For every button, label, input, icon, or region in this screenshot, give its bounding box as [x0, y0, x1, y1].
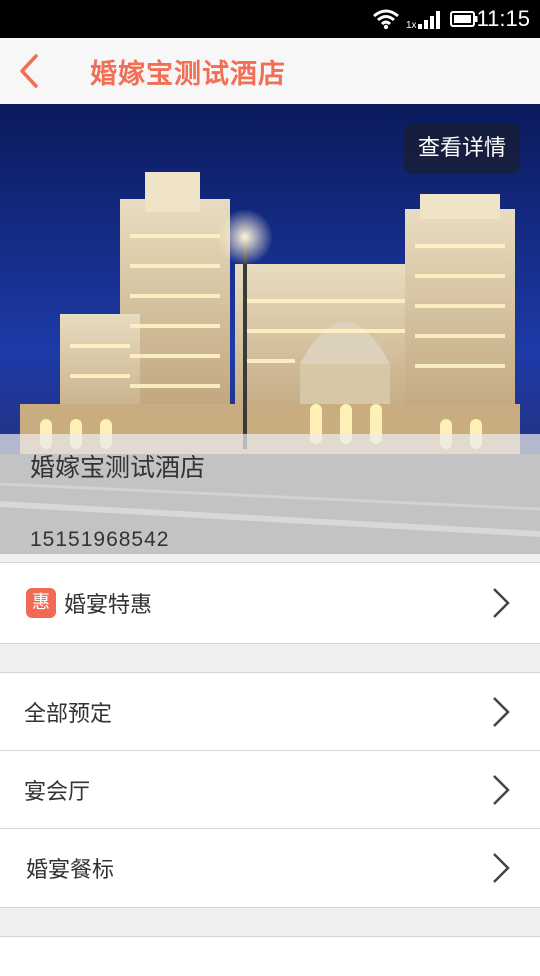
nav-bar: 婚嫁宝测试酒店: [0, 38, 540, 105]
view-details-button[interactable]: 查看详情: [404, 124, 520, 174]
discount-badge-icon: 惠: [26, 588, 56, 618]
wifi-icon: [373, 9, 399, 30]
menu-row-label: 宴会厅: [24, 780, 91, 805]
chevron-right-icon: [493, 588, 510, 618]
menu-row-label: 全部预定: [24, 702, 113, 727]
hotel-info-overlay: 婚嫁宝测试酒店 15151968542: [0, 434, 540, 554]
hotel-hero-image: 查看详情 婚嫁宝测试酒店 15151968542: [0, 104, 540, 554]
chevron-right-icon: [493, 775, 510, 805]
menu-row-label: 婚宴餐标: [26, 858, 115, 883]
battery-icon: [450, 11, 478, 27]
hotel-phone[interactable]: 15151968542: [30, 528, 169, 552]
menu-row-wedding-promo[interactable]: 惠 婚宴特惠: [0, 562, 540, 644]
clock: 11:15: [476, 6, 530, 31]
back-arrow-icon[interactable]: [14, 52, 46, 90]
chevron-right-icon: [493, 853, 510, 883]
menu-row-banquet-hall[interactable]: 宴会厅: [0, 750, 540, 830]
hotel-name: 婚嫁宝测试酒店: [30, 453, 206, 482]
page-title: 婚嫁宝测试酒店: [90, 59, 286, 90]
menu-row-all-bookings[interactable]: 全部预定: [0, 672, 540, 752]
signal-icon: [418, 11, 440, 29]
status-bar: 1x 11:15: [0, 0, 540, 38]
menu-row-partial[interactable]: [0, 936, 540, 976]
chevron-right-icon: [493, 697, 510, 727]
menu-row-wedding-menu[interactable]: 婚宴餐标: [0, 828, 540, 908]
menu-row-label: 婚宴特惠: [64, 593, 153, 618]
network-type-label: 1x: [406, 20, 417, 31]
